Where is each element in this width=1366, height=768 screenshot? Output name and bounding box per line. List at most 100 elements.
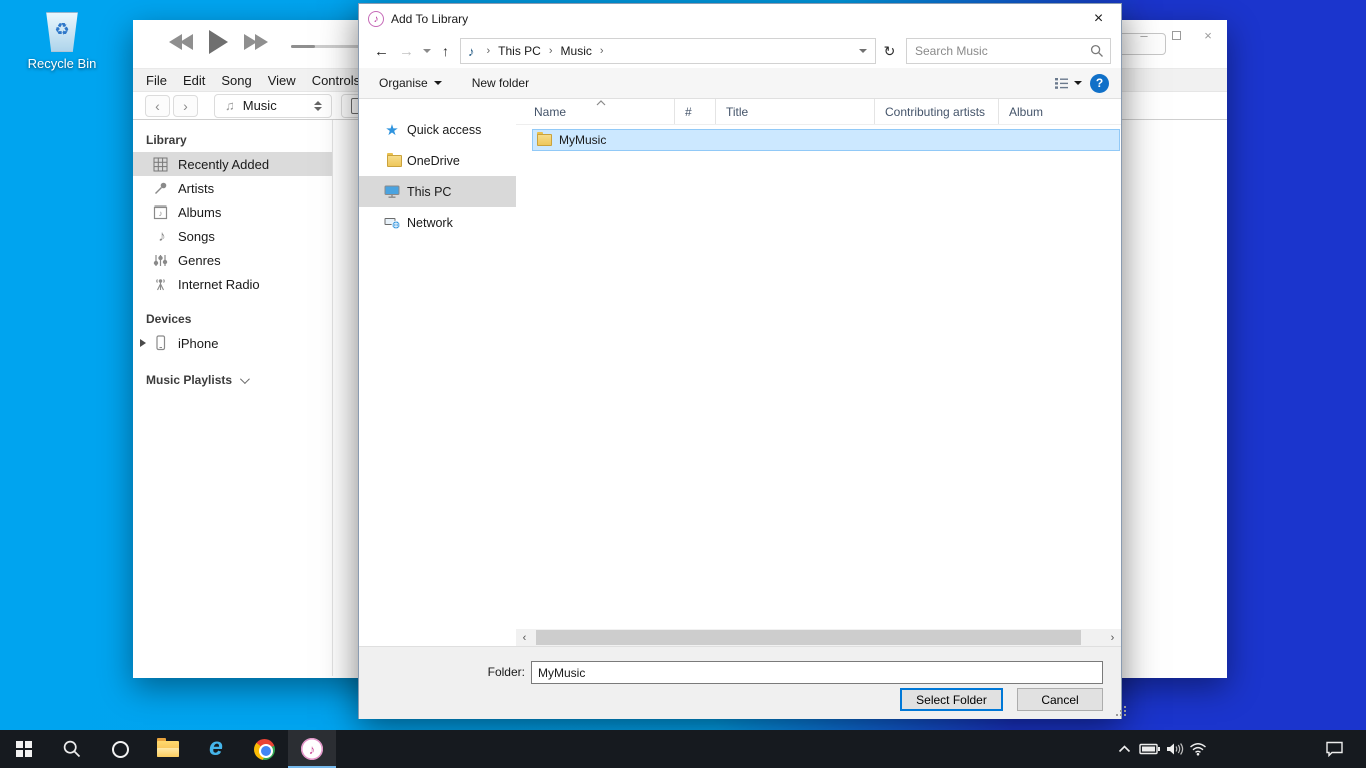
- change-view-button[interactable]: [1054, 77, 1082, 90]
- itunes-back-button[interactable]: ‹: [145, 95, 170, 117]
- cancel-button[interactable]: Cancel: [1017, 688, 1103, 711]
- sidebar-item-albums[interactable]: ♪ Albums: [133, 200, 332, 224]
- start-button[interactable]: [0, 730, 48, 768]
- taskbar: e ♪: [0, 730, 1366, 768]
- genres-icon: [153, 253, 171, 268]
- file-list: MyMusic: [516, 125, 1121, 629]
- volume-tray-icon[interactable]: [1163, 730, 1187, 768]
- search-box[interactable]: [906, 38, 1111, 64]
- internet-explorer-icon: e: [209, 735, 223, 760]
- scroll-left-arrow-icon[interactable]: ‹: [516, 632, 533, 644]
- menu-file[interactable]: File: [138, 73, 175, 88]
- action-center-button[interactable]: [1320, 730, 1348, 768]
- menu-view[interactable]: View: [260, 73, 304, 88]
- taskbar-file-explorer[interactable]: [144, 730, 192, 768]
- add-to-library-dialog: ♪ Add To Library × ← → ↑ ♪ › This PC › M…: [358, 3, 1122, 719]
- wifi-icon: [1189, 742, 1207, 756]
- taskbar-internet-explorer[interactable]: e: [192, 730, 240, 768]
- menu-edit[interactable]: Edit: [175, 73, 213, 88]
- sidebar-item-recently-added[interactable]: Recently Added: [133, 152, 332, 176]
- help-button[interactable]: ?: [1090, 74, 1109, 93]
- scrollbar-thumb[interactable]: [536, 630, 1081, 645]
- sidebar-item-iphone[interactable]: iPhone: [133, 331, 332, 355]
- taskbar-search-button[interactable]: [48, 730, 96, 768]
- navpane-item-this-pc[interactable]: This PC: [359, 176, 516, 207]
- resize-grip[interactable]: [1116, 714, 1118, 716]
- recent-locations-chevron-icon[interactable]: [423, 49, 431, 53]
- folder-name-input[interactable]: [531, 661, 1103, 684]
- address-dropdown-chevron-icon[interactable]: [859, 49, 867, 53]
- maximize-button[interactable]: [1165, 24, 1187, 46]
- itunes-sidebar: Library Recently Added Artists ♪: [133, 120, 333, 676]
- new-folder-button[interactable]: New folder: [472, 76, 529, 90]
- list-view-header: Name # Title Contributing artists Album: [516, 99, 1121, 125]
- recycle-bin-icon: ♻: [44, 12, 80, 52]
- play-icon[interactable]: [209, 30, 228, 54]
- battery-icon: [1139, 743, 1161, 755]
- sidebar-item-internet-radio[interactable]: Internet Radio: [133, 272, 332, 296]
- file-explorer-icon: [157, 741, 179, 757]
- sidebar-item-songs[interactable]: ♪ Songs: [133, 224, 332, 248]
- navpane-item-quick-access[interactable]: ★ Quick access: [359, 114, 516, 145]
- battery-tray-icon[interactable]: [1137, 730, 1163, 768]
- wifi-tray-icon[interactable]: [1186, 730, 1210, 768]
- column-header-number[interactable]: #: [675, 99, 716, 124]
- file-row-mymusic[interactable]: MyMusic: [532, 129, 1120, 151]
- forward-button[interactable]: →: [394, 43, 419, 60]
- itunes-forward-button[interactable]: ›: [173, 95, 198, 117]
- folder-icon: [537, 134, 552, 146]
- menu-song[interactable]: Song: [213, 73, 259, 88]
- breadcrumb-this-pc[interactable]: This PC: [498, 44, 541, 58]
- expander-icon[interactable]: [140, 339, 146, 347]
- sidebar-item-artists[interactable]: Artists: [133, 176, 332, 200]
- itunes-icon: ♪: [301, 738, 323, 760]
- microphone-icon: [153, 181, 171, 196]
- horizontal-scrollbar[interactable]: ‹ ›: [516, 629, 1121, 646]
- next-track-icon[interactable]: [244, 34, 268, 50]
- dialog-close-button[interactable]: ×: [1076, 4, 1121, 33]
- scroll-right-arrow-icon[interactable]: ›: [1104, 632, 1121, 644]
- selector-chevrons-icon: [314, 101, 322, 111]
- show-hidden-icons-button[interactable]: [1112, 730, 1136, 768]
- column-header-album[interactable]: Album: [999, 99, 1121, 124]
- chevron-down-icon: [1074, 81, 1082, 85]
- close-button[interactable]: ×: [1197, 24, 1219, 46]
- cortana-button[interactable]: [96, 730, 144, 768]
- music-note-icon: ♪: [153, 228, 171, 245]
- media-kind-selector[interactable]: ♫ Music: [214, 94, 332, 118]
- itunes-app-icon: ♪: [368, 11, 384, 27]
- previous-track-icon[interactable]: [169, 34, 193, 50]
- sidebar-header-devices: Devices: [133, 296, 332, 331]
- breadcrumb-music[interactable]: Music: [561, 44, 592, 58]
- quick-access-star-icon: ★: [383, 122, 401, 138]
- address-bar[interactable]: ♪ › This PC › Music ›: [460, 38, 876, 64]
- select-folder-button[interactable]: Select Folder: [900, 688, 1003, 711]
- sidebar-header-music-playlists[interactable]: Music Playlists: [133, 355, 332, 392]
- back-button[interactable]: ←: [369, 43, 394, 60]
- music-note-icon: ♫: [225, 98, 235, 113]
- chevron-up-icon: [1118, 745, 1131, 753]
- taskbar-chrome[interactable]: [240, 730, 288, 768]
- column-header-contributing-artists[interactable]: Contributing artists: [875, 99, 999, 124]
- onedrive-folder-icon: [383, 153, 401, 169]
- minimize-button[interactable]: –: [1133, 24, 1155, 46]
- chevron-down-icon: [240, 374, 250, 384]
- refresh-button[interactable]: ↻: [876, 38, 903, 64]
- svg-text:♪: ♪: [159, 209, 163, 218]
- dialog-navigation-pane: ★ Quick access OneDrive This PC: [359, 99, 516, 646]
- recycle-bin-desktop-icon[interactable]: ♻ Recycle Bin: [22, 12, 102, 71]
- navpane-item-onedrive[interactable]: OneDrive: [359, 145, 516, 176]
- music-note-icon: ♪: [468, 44, 475, 59]
- dialog-toolbar: Organise New folder ?: [359, 68, 1121, 99]
- organise-button[interactable]: Organise: [379, 76, 442, 90]
- file-name: MyMusic: [559, 133, 606, 147]
- sidebar-item-genres[interactable]: Genres: [133, 248, 332, 272]
- search-input[interactable]: [907, 39, 1110, 63]
- up-button[interactable]: ↑: [435, 43, 456, 59]
- taskbar-itunes[interactable]: ♪: [288, 730, 336, 768]
- navpane-item-network[interactable]: Network: [359, 207, 516, 238]
- chevron-down-icon: [434, 81, 442, 85]
- folder-label: Folder:: [471, 665, 525, 679]
- column-header-title[interactable]: Title: [716, 99, 875, 124]
- recycle-symbol-icon: ♻: [45, 20, 79, 40]
